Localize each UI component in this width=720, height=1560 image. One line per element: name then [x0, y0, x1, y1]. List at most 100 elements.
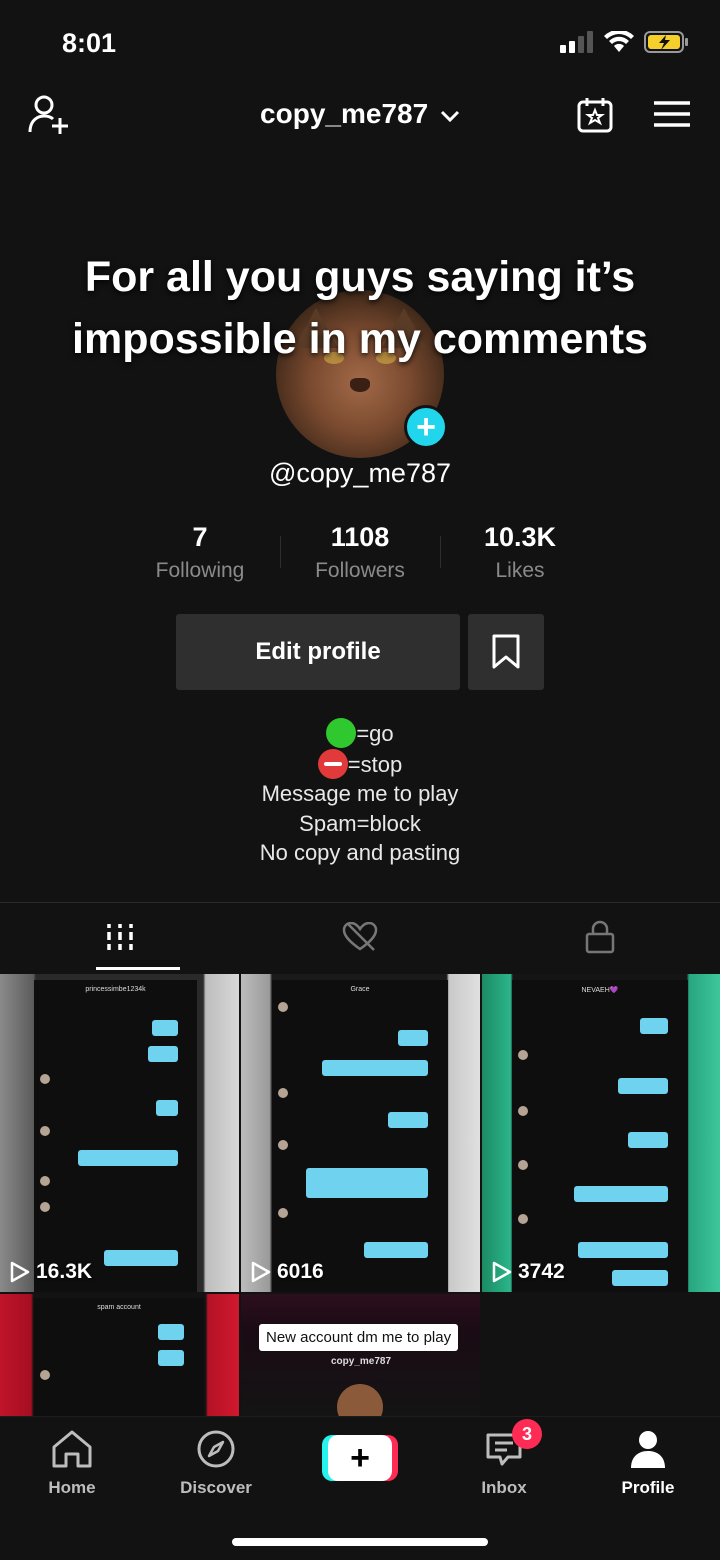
- stat-likes[interactable]: 10.3K Likes: [440, 522, 600, 592]
- bio-go-text: =go: [356, 721, 394, 746]
- stat-label: Followers: [315, 559, 405, 582]
- menu-icon[interactable]: [654, 100, 690, 128]
- chat-title: princessimbe1234k: [85, 986, 146, 993]
- stat-value: 1108: [330, 522, 390, 552]
- chat-bubble: [628, 1132, 668, 1148]
- caption-line-2: impossible in my comments: [72, 315, 648, 363]
- mini-avatar: [518, 1050, 528, 1060]
- profile-stats: 7 Following 1108 Followers 10.3K Likes: [120, 522, 600, 592]
- nav-home[interactable]: Home: [12, 1429, 132, 1498]
- chat-bubble: [78, 1150, 178, 1166]
- mini-avatar: [518, 1106, 528, 1116]
- view-count: 6016: [251, 1260, 324, 1284]
- wifi-icon: [604, 31, 634, 52]
- mini-avatar: [518, 1160, 528, 1170]
- nav-discover[interactable]: Discover: [156, 1429, 276, 1498]
- stat-value: 7: [192, 522, 208, 552]
- chat-bubble: [578, 1242, 668, 1258]
- chat-bubble: [322, 1060, 428, 1076]
- status-time: 8:01: [62, 28, 117, 58]
- profile-tabs: [0, 904, 720, 970]
- edit-profile-button[interactable]: Edit profile: [176, 614, 460, 690]
- bio-line-go: =go: [0, 718, 720, 749]
- tab-liked[interactable]: [240, 904, 480, 970]
- mini-avatar: [278, 1208, 288, 1218]
- chat-bubble: [618, 1078, 668, 1094]
- lock-icon: [585, 920, 615, 954]
- mini-avatar: [278, 1140, 288, 1150]
- avatar-cat-nose: [350, 378, 370, 392]
- chat-title: Grace: [350, 986, 370, 993]
- stat-value: 10.3K: [483, 522, 557, 552]
- chevron-down-icon: [440, 110, 459, 122]
- bookmark-icon: [492, 634, 520, 669]
- chat-title: spam account: [97, 1304, 141, 1311]
- chat-screenshot: Grace: [272, 980, 448, 1292]
- bio-line: Spam=block: [299, 810, 421, 836]
- bio-line-stop: =stop: [0, 748, 720, 780]
- mini-avatar: [40, 1126, 50, 1136]
- profile-bio: =go =stop Message me to play Spam=block …: [0, 718, 720, 868]
- chat-bubble: [148, 1046, 178, 1062]
- mini-avatar: [518, 1214, 528, 1224]
- hidden-heart-icon: [342, 922, 378, 951]
- nav-label: Inbox: [481, 1478, 527, 1497]
- nav-label: Discover: [180, 1478, 252, 1497]
- mini-avatar: [40, 1370, 50, 1380]
- play-icon: [10, 1261, 30, 1283]
- mini-username: copy_me787: [331, 1356, 392, 1367]
- add-avatar-button[interactable]: +: [404, 405, 448, 449]
- video-thumbnail[interactable]: NEVAEH💜 3742: [482, 974, 720, 1292]
- battery-icon: [644, 31, 688, 53]
- bio-line: No copy and pasting: [259, 840, 461, 865]
- chat-bubble: [612, 1270, 668, 1286]
- video-thumbnail[interactable]: New account dm me to play copy_me787: [241, 1294, 480, 1416]
- stat-followers[interactable]: 1108 Followers: [280, 522, 440, 592]
- signal-icon: [560, 31, 593, 53]
- chat-screenshot: spam account: [34, 1298, 204, 1416]
- chat-bubble: [388, 1112, 428, 1128]
- chat-title: NEVAEH💜: [581, 987, 619, 994]
- header-username: copy_me787: [260, 98, 429, 129]
- plus-icon: +: [328, 1435, 392, 1481]
- profile-handle: @copy_me787: [268, 458, 451, 488]
- profile-topbar: copy_me787: [0, 88, 720, 144]
- mini-avatar: [337, 1384, 383, 1416]
- chat-bubble: [640, 1018, 668, 1034]
- video-label: New account dm me to play: [259, 1324, 459, 1351]
- home-icon: [52, 1430, 92, 1468]
- chat-bubble: [104, 1250, 178, 1266]
- view-count-value: 3742: [518, 1260, 565, 1283]
- nav-inbox[interactable]: Inbox: [444, 1429, 564, 1498]
- compass-icon: [197, 1430, 235, 1468]
- chat-bubble: [306, 1168, 428, 1198]
- mini-avatar: [40, 1176, 50, 1186]
- video-thumbnail[interactable]: spam account: [0, 1294, 239, 1416]
- view-count: 3742: [492, 1260, 565, 1284]
- status-icons: [560, 30, 690, 54]
- mini-avatar: [278, 1002, 288, 1012]
- bio-stop-text: =stop: [347, 751, 403, 777]
- mini-avatar: [40, 1202, 50, 1212]
- chat-bubble: [574, 1186, 668, 1202]
- tabs-divider: [0, 902, 720, 903]
- bio-line: Message me to play: [261, 781, 459, 806]
- play-icon: [251, 1261, 271, 1283]
- video-thumbnail[interactable]: Grace 6016: [241, 974, 480, 1292]
- chat-bubble: [152, 1020, 178, 1036]
- creator-calendar-icon[interactable]: [576, 96, 614, 134]
- chat-screenshot: princessimbe1234k: [34, 980, 197, 1292]
- tab-private[interactable]: [480, 904, 720, 970]
- stat-label: Likes: [495, 559, 545, 582]
- inbox-badge: 3: [512, 1419, 542, 1449]
- chat-bubble: [364, 1242, 428, 1258]
- status-bar: 8:01: [0, 0, 720, 88]
- video-thumbnail[interactable]: princessimbe1234k 16.3K: [0, 974, 239, 1292]
- profile-person-icon: [631, 1431, 665, 1468]
- tab-videos[interactable]: [0, 904, 240, 970]
- nav-profile[interactable]: Profile: [588, 1429, 708, 1498]
- stat-following[interactable]: 7 Following: [120, 522, 280, 592]
- create-button[interactable]: +: [322, 1435, 398, 1481]
- mini-avatar: [40, 1074, 50, 1084]
- favorites-button[interactable]: [468, 614, 544, 690]
